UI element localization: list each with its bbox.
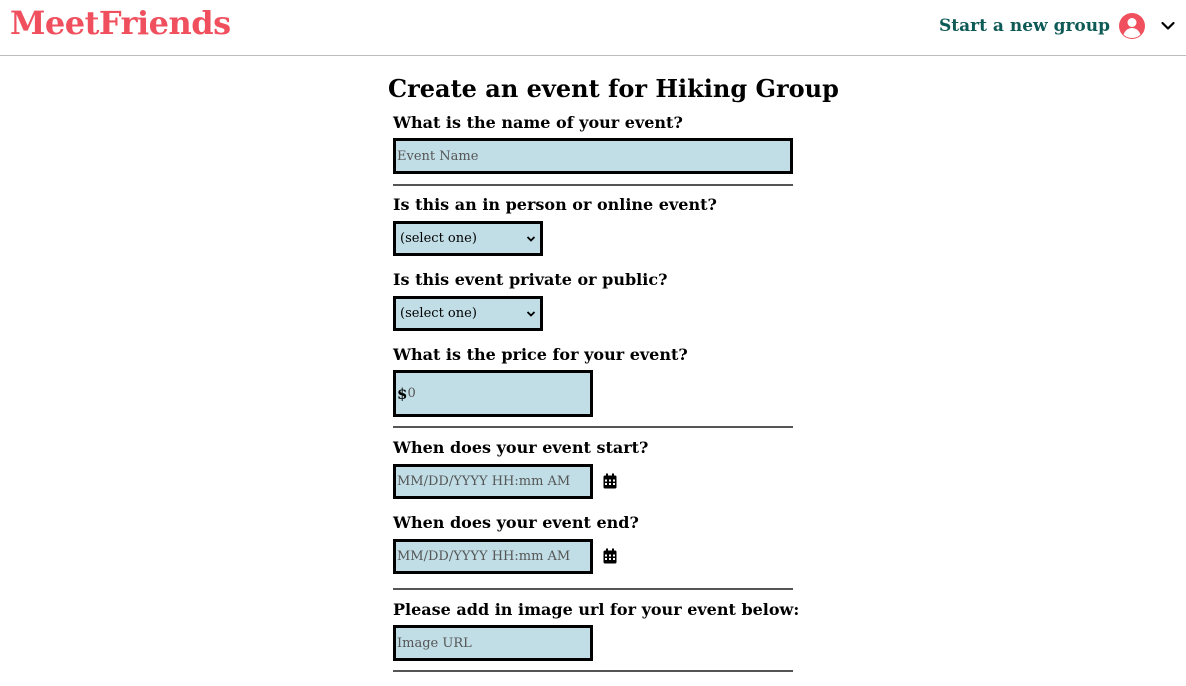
nav-right: Start a new group: [939, 12, 1176, 40]
calendar-icon[interactable]: [603, 548, 617, 564]
event-image-label: Please add in image url for your event b…: [393, 600, 800, 619]
event-end-label: When does your event end?: [393, 513, 639, 532]
event-image-placeholder: Image URL: [397, 635, 472, 651]
calendar-icon[interactable]: [603, 473, 617, 489]
select-chevron-icon: [526, 235, 536, 242]
event-image-input[interactable]: Image URL: [393, 625, 593, 661]
top-navbar: MeetFriends Start a new group: [0, 0, 1186, 56]
event-name-input[interactable]: Event Name: [393, 138, 793, 174]
select-chevron-icon: [526, 310, 536, 317]
event-end-placeholder: MM/DD/YYYY HH:mm AM: [397, 549, 571, 564]
event-start-placeholder: MM/DD/YYYY HH:mm AM: [397, 474, 571, 489]
divider: [393, 588, 793, 590]
event-name-placeholder: Event Name: [397, 148, 479, 164]
event-end-input[interactable]: MM/DD/YYYY HH:mm AM: [393, 539, 593, 574]
event-privacy-select[interactable]: (select one): [393, 296, 543, 331]
start-new-group-link[interactable]: Start a new group: [939, 16, 1110, 36]
divider: [393, 426, 793, 428]
dollar-sign: $: [397, 384, 408, 403]
event-price-input[interactable]: $ 0: [393, 370, 593, 417]
chevron-down-icon[interactable]: [1160, 18, 1176, 34]
event-start-input[interactable]: MM/DD/YYYY HH:mm AM: [393, 464, 593, 499]
user-circle-icon[interactable]: [1118, 12, 1146, 40]
event-type-select[interactable]: (select one): [393, 221, 543, 256]
event-price-placeholder: 0: [407, 386, 416, 401]
event-price-label: What is the price for your event?: [393, 345, 688, 364]
event-privacy-selected: (select one): [400, 306, 477, 321]
site-logo[interactable]: MeetFriends: [10, 4, 231, 42]
divider: [393, 184, 793, 186]
page-title: Create an event for Hiking Group: [388, 74, 839, 103]
divider: [393, 670, 793, 672]
event-type-selected: (select one): [400, 231, 477, 246]
event-start-label: When does your event start?: [393, 438, 649, 457]
event-type-label: Is this an in person or online event?: [393, 195, 717, 214]
event-privacy-label: Is this event private or public?: [393, 270, 668, 289]
event-name-label: What is the name of your event?: [393, 113, 683, 132]
